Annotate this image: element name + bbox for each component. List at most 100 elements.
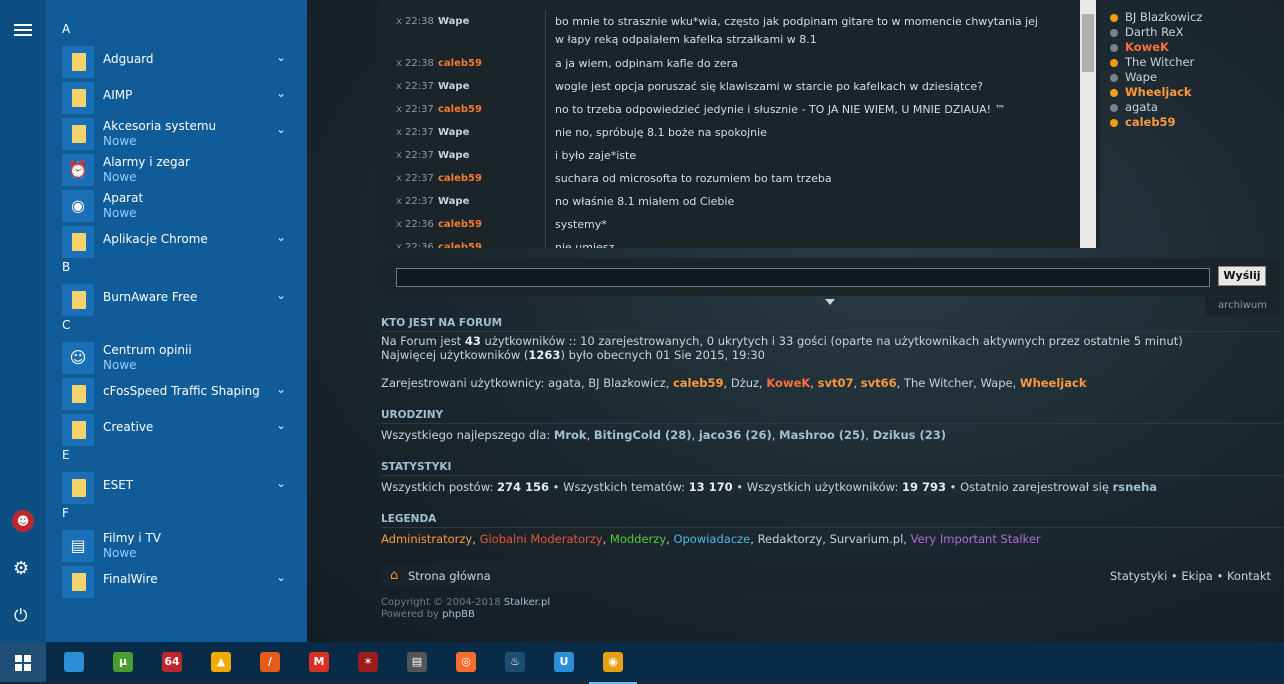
chevron-down-icon[interactable]: ⌄ bbox=[276, 476, 286, 490]
taskbar-button[interactable]: ▤ bbox=[393, 642, 441, 682]
last-registered-user-link[interactable]: rsneha bbox=[1113, 480, 1157, 494]
online-user[interactable]: BJ Blazkowicz bbox=[1110, 10, 1202, 25]
delete-message-icon[interactable]: x bbox=[396, 196, 402, 207]
taskbar-button[interactable]: ✶ bbox=[344, 642, 392, 682]
online-user[interactable]: Wape bbox=[1110, 70, 1202, 85]
group-letter[interactable]: C bbox=[62, 318, 70, 332]
hamburger-menu-icon[interactable] bbox=[14, 24, 32, 36]
power-icon[interactable]: ⏻ bbox=[14, 606, 27, 626]
start-button[interactable] bbox=[0, 642, 46, 682]
user-avatar[interactable]: ☻ bbox=[12, 510, 34, 532]
registered-user-link[interactable]: Wheeljack bbox=[1020, 376, 1087, 390]
delete-message-icon[interactable]: x bbox=[396, 173, 402, 184]
taskbar-button[interactable]: / bbox=[246, 642, 294, 682]
group-letter[interactable]: E bbox=[62, 448, 70, 462]
legend-group-link[interactable]: Modderzy bbox=[610, 532, 666, 546]
delete-message-icon[interactable]: x bbox=[396, 219, 402, 230]
taskbar-button[interactable]: 64 bbox=[148, 642, 196, 682]
legend-group-link[interactable]: Administratorzy bbox=[381, 532, 472, 546]
delete-message-icon[interactable]: x bbox=[396, 81, 402, 92]
app-list-item[interactable]: Aplikacje Chrome ⌄ bbox=[62, 224, 302, 258]
taskbar-button[interactable]: ◉ bbox=[589, 642, 637, 684]
online-user[interactable]: Darth ReX bbox=[1110, 25, 1202, 40]
online-user[interactable]: Wheeljack bbox=[1110, 85, 1202, 100]
message-author[interactable]: Wape bbox=[438, 16, 469, 27]
group-letter[interactable]: A bbox=[62, 22, 70, 36]
archive-link[interactable]: archiwum bbox=[1205, 297, 1280, 315]
app-list-item[interactable]: cFosSpeed Traffic Shaping ⌄ bbox=[62, 376, 302, 410]
message-author[interactable]: Wape bbox=[438, 127, 469, 138]
delete-message-icon[interactable]: x bbox=[396, 242, 402, 248]
message-author[interactable]: caleb59 bbox=[438, 58, 482, 69]
chevron-down-icon[interactable]: ⌄ bbox=[276, 418, 286, 432]
chevron-down-icon[interactable]: ⌄ bbox=[276, 570, 286, 584]
chevron-down-icon[interactable]: ⌄ bbox=[276, 86, 286, 100]
birthday-user-link[interactable]: Mashroo (25) bbox=[779, 428, 865, 442]
birthday-user-link[interactable]: jaco36 (26) bbox=[699, 428, 772, 442]
stalker-link[interactable]: Stalker.pl bbox=[504, 597, 550, 608]
settings-gear-icon[interactable]: ⚙ bbox=[13, 558, 29, 579]
app-list-item[interactable]: ☺ Centrum opinii Nowe bbox=[62, 340, 302, 374]
app-list-item[interactable]: FinalWire ⌄ bbox=[62, 564, 302, 598]
chevron-down-icon[interactable]: ⌄ bbox=[276, 50, 286, 64]
legend-group-link[interactable]: Redaktorzy bbox=[758, 532, 823, 546]
footer-link[interactable]: Statystyki bbox=[1110, 569, 1167, 583]
legend-group-link[interactable]: Very Important Stalker bbox=[911, 532, 1041, 546]
legend-group-link[interactable]: Opowiadacze bbox=[673, 532, 750, 546]
online-user[interactable]: The Witcher bbox=[1110, 55, 1202, 70]
chevron-down-icon[interactable]: ⌄ bbox=[276, 122, 286, 136]
message-author[interactable]: caleb59 bbox=[438, 173, 482, 184]
taskbar-button[interactable]: ◎ bbox=[442, 642, 490, 682]
scrollbar-thumb[interactable] bbox=[1082, 14, 1094, 72]
footer-link[interactable]: Ekipa bbox=[1181, 569, 1212, 583]
legend-group-link[interactable]: Survarium.pl bbox=[830, 532, 904, 546]
delete-message-icon[interactable]: x bbox=[396, 150, 402, 161]
birthday-user-link[interactable]: Dzikus (23) bbox=[873, 428, 946, 442]
registered-user-link[interactable]: The Witcher bbox=[904, 376, 973, 390]
app-list-item[interactable]: Adguard ⌄ bbox=[62, 44, 302, 78]
home-link[interactable]: Strona główna bbox=[408, 569, 491, 583]
registered-user-link[interactable]: Dżuz bbox=[731, 376, 759, 390]
registered-user-link[interactable]: caleb59 bbox=[673, 376, 724, 390]
message-author[interactable]: caleb59 bbox=[438, 242, 482, 248]
birthday-user-link[interactable]: BitingCold (28) bbox=[594, 428, 692, 442]
app-list-item[interactable]: Akcesoria systemu Nowe ⌄ bbox=[62, 116, 302, 150]
registered-user-link[interactable]: svt66 bbox=[861, 376, 897, 390]
delete-message-icon[interactable]: x bbox=[396, 58, 402, 69]
group-letter[interactable]: F bbox=[62, 506, 69, 520]
shoutbox-input[interactable] bbox=[396, 268, 1210, 287]
registered-user-link[interactable]: KoweK bbox=[766, 376, 810, 390]
chevron-down-icon[interactable]: ⌄ bbox=[276, 382, 286, 396]
registered-user-link[interactable]: BJ Blazkowicz bbox=[588, 376, 665, 390]
chevron-down-icon[interactable]: ⌄ bbox=[276, 230, 286, 244]
phpbb-link[interactable]: phpBB bbox=[442, 609, 475, 620]
app-list-item[interactable]: ESET ⌄ bbox=[62, 470, 302, 504]
registered-user-link[interactable]: svt07 bbox=[818, 376, 854, 390]
message-author[interactable]: Wape bbox=[438, 150, 469, 161]
app-list-item[interactable]: ▤ Filmy i TV Nowe bbox=[62, 528, 302, 562]
app-list-item[interactable]: Creative ⌄ bbox=[62, 412, 302, 446]
taskbar-button[interactable]: ♨ bbox=[491, 642, 539, 682]
app-list-item[interactable]: BurnAware Free ⌄ bbox=[62, 282, 302, 316]
registered-user-link[interactable]: agata bbox=[548, 376, 581, 390]
shoutbox-scrollbar[interactable] bbox=[1080, 0, 1096, 248]
app-list-item[interactable]: ◉ Aparat Nowe bbox=[62, 188, 302, 222]
online-user[interactable]: agata bbox=[1110, 100, 1202, 115]
online-user[interactable]: KoweK bbox=[1110, 40, 1202, 55]
delete-message-icon[interactable]: x bbox=[396, 104, 402, 115]
footer-link[interactable]: Kontakt bbox=[1227, 569, 1271, 583]
online-user[interactable]: caleb59 bbox=[1110, 115, 1202, 130]
legend-group-link[interactable]: Globalni Moderatorzy bbox=[480, 532, 603, 546]
chevron-down-icon[interactable]: ⌄ bbox=[276, 288, 286, 302]
delete-message-icon[interactable]: x bbox=[396, 16, 402, 27]
message-author[interactable]: Wape bbox=[438, 196, 469, 207]
taskbar-button[interactable] bbox=[50, 642, 98, 682]
delete-message-icon[interactable]: x bbox=[396, 127, 402, 138]
group-letter[interactable]: B bbox=[62, 260, 70, 274]
send-button[interactable]: Wyślij bbox=[1218, 266, 1266, 286]
app-list-item[interactable]: AIMP ⌄ bbox=[62, 80, 302, 114]
home-icon[interactable]: ⌂ bbox=[390, 568, 398, 583]
app-list-item[interactable]: ⏰ Alarmy i zegar Nowe bbox=[62, 152, 302, 186]
message-author[interactable]: caleb59 bbox=[438, 219, 482, 230]
birthday-user-link[interactable]: Mrok bbox=[554, 428, 587, 442]
